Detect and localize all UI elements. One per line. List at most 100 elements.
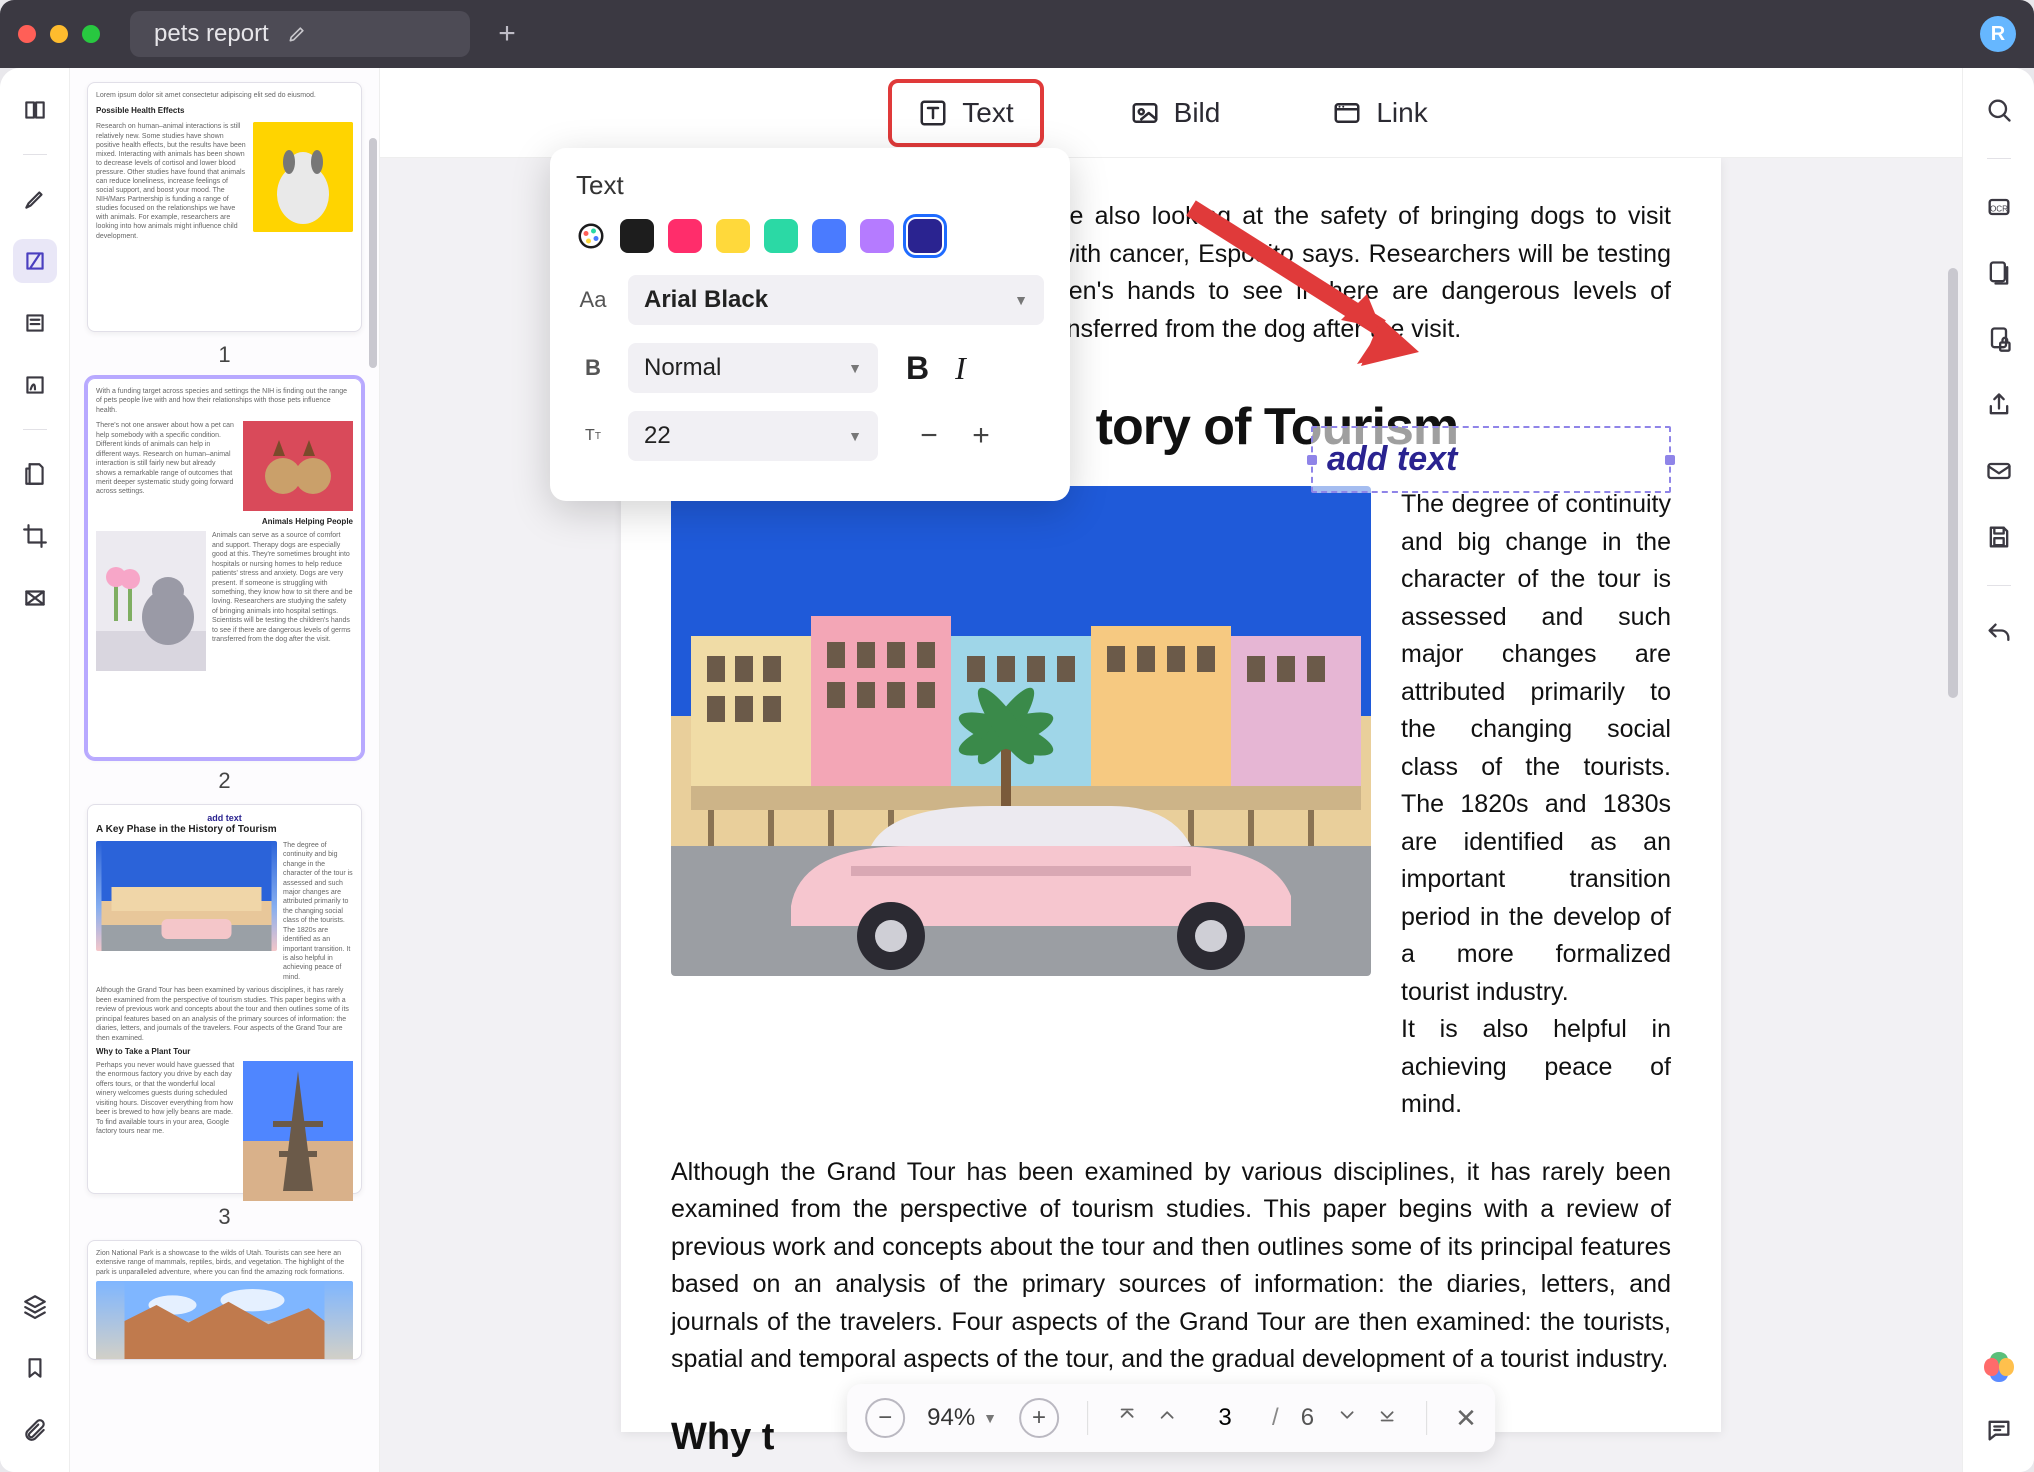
mail-button[interactable] xyxy=(1977,449,2021,493)
search-button[interactable] xyxy=(1977,88,2021,132)
bold-button[interactable]: B xyxy=(906,350,929,387)
titlebar: pets report + R xyxy=(0,0,2034,68)
text-icon xyxy=(918,98,948,128)
article-side-text: The degree of continuity and big change … xyxy=(1401,486,1671,1124)
redact-button[interactable] xyxy=(13,576,57,620)
reader-mode-button[interactable] xyxy=(13,88,57,132)
first-page-button[interactable] xyxy=(1116,1404,1138,1433)
protect-button[interactable] xyxy=(1977,317,2021,361)
ocr-button[interactable]: OCR xyxy=(1977,185,2021,229)
insert-link-button[interactable]: Link xyxy=(1306,83,1453,143)
avatar[interactable]: R xyxy=(1980,16,2016,52)
highlighter-button[interactable] xyxy=(13,177,57,221)
popover-title: Text xyxy=(576,170,1044,201)
zoom-in-button[interactable]: + xyxy=(1019,1398,1059,1438)
decrease-size-button[interactable]: − xyxy=(906,413,952,459)
resize-handle-left[interactable] xyxy=(1307,455,1317,465)
thumbnail-image xyxy=(243,1061,353,1201)
new-tab-button[interactable]: + xyxy=(484,11,530,57)
thumbnail-heading: A Key Phase in the History of Tourism xyxy=(96,824,353,837)
italic-button[interactable]: I xyxy=(955,350,966,387)
minimize-window-button[interactable] xyxy=(50,25,68,43)
rename-tab-icon[interactable] xyxy=(287,24,307,44)
font-weight-icon: B xyxy=(576,355,610,381)
tab-title: pets report xyxy=(154,20,269,48)
color-swatch-blue[interactable] xyxy=(812,219,846,253)
thumbnail-number: 1 xyxy=(218,342,230,368)
maximize-window-button[interactable] xyxy=(82,25,100,43)
zoom-select[interactable]: 94%▼ xyxy=(927,1404,997,1432)
inserted-text-box[interactable]: add text xyxy=(1311,426,1671,493)
insert-image-button[interactable]: Bild xyxy=(1104,83,1247,143)
bookmark-button[interactable] xyxy=(13,1346,57,1390)
layers-button[interactable] xyxy=(13,1284,57,1328)
insert-text-button[interactable]: Text xyxy=(888,79,1043,147)
thumbnail-page-3[interactable]: add text A Key Phase in the History of T… xyxy=(87,804,362,1194)
color-swatch-black[interactable] xyxy=(620,219,654,253)
zoom-out-button[interactable]: − xyxy=(865,1398,905,1438)
resize-handle-right[interactable] xyxy=(1665,455,1675,465)
color-swatch-yellow[interactable] xyxy=(716,219,750,253)
article-hero-image xyxy=(671,486,1371,976)
color-swatch-navy[interactable] xyxy=(908,219,942,253)
thumbnail-image xyxy=(96,531,206,671)
avatar-initial: R xyxy=(1991,23,2005,46)
thumbnail-addtext: add text xyxy=(96,813,353,824)
svg-text:OCR: OCR xyxy=(1989,205,2007,214)
font-size-select[interactable]: 22▼ xyxy=(628,411,878,461)
thumbnail-image xyxy=(253,122,353,232)
increase-size-button[interactable]: + xyxy=(958,413,1004,459)
right-tool-rail: OCR xyxy=(1962,68,2034,1472)
insert-toolbar: Text Bild Link xyxy=(380,68,1962,158)
image-icon xyxy=(1130,98,1160,128)
font-family-select[interactable]: Arial Black▼ xyxy=(628,275,1044,325)
inserted-text-content: add text xyxy=(1327,440,1457,478)
color-swatch-teal[interactable] xyxy=(764,219,798,253)
document-area: Text Bild Link xyxy=(380,68,1962,1472)
thumbnail-scrollbar[interactable] xyxy=(369,138,377,368)
document-scrollbar[interactable] xyxy=(1948,268,1958,698)
color-swatch-row xyxy=(576,219,1044,253)
undo-button[interactable] xyxy=(1977,612,2021,656)
thumbnail-image xyxy=(96,1281,353,1360)
next-page-button[interactable] xyxy=(1336,1404,1358,1433)
thumbnail-panel: Lorem ipsum dolor sit amet consectetur a… xyxy=(70,68,380,1472)
edit-text-button[interactable] xyxy=(13,239,57,283)
thumbnail-heading: Why to Take a Plant Tour xyxy=(96,1047,353,1057)
document-tab[interactable]: pets report xyxy=(130,11,470,57)
last-page-button[interactable] xyxy=(1376,1404,1398,1433)
color-picker-icon[interactable] xyxy=(576,221,606,251)
insert-text-label: Text xyxy=(962,97,1013,129)
crop-button[interactable] xyxy=(13,514,57,558)
insert-image-label: Bild xyxy=(1174,97,1221,129)
thumbnail-page-1[interactable]: Lorem ipsum dolor sit amet consectetur a… xyxy=(87,82,362,332)
comments-button[interactable] xyxy=(1977,1408,2021,1452)
pages-button[interactable] xyxy=(13,452,57,496)
attachment-button[interactable] xyxy=(13,1408,57,1452)
text-format-popover: Text Aa Arial Black▼ B Norm xyxy=(550,148,1070,501)
prev-page-button[interactable] xyxy=(1156,1404,1178,1433)
close-window-button[interactable] xyxy=(18,25,36,43)
link-icon xyxy=(1332,98,1362,128)
color-swatch-pink[interactable] xyxy=(668,219,702,253)
thumbnail-number: 3 xyxy=(218,1204,230,1230)
insert-link-label: Link xyxy=(1376,97,1427,129)
window-controls xyxy=(18,25,100,43)
share-button[interactable] xyxy=(1977,383,2021,427)
font-weight-select[interactable]: Normal▼ xyxy=(628,343,878,393)
thumbnail-page-2[interactable]: With a funding target across species and… xyxy=(87,378,362,758)
thumbnail-number: 2 xyxy=(218,768,230,794)
app-logo-icon[interactable] xyxy=(1980,1348,2018,1386)
page-total: 6 xyxy=(1301,1404,1314,1432)
thumbnail-page-4[interactable]: Zion National Park is a showcase to the … xyxy=(87,1240,362,1360)
form-button[interactable] xyxy=(13,301,57,345)
color-swatch-purple[interactable] xyxy=(860,219,894,253)
left-tool-rail xyxy=(0,68,70,1472)
thumbnail-image xyxy=(96,841,277,951)
save-button[interactable] xyxy=(1977,515,2021,559)
convert-button[interactable] xyxy=(1977,251,2021,295)
sign-button[interactable] xyxy=(13,363,57,407)
close-bar-button[interactable]: ✕ xyxy=(1455,1403,1477,1434)
page-number-input[interactable] xyxy=(1200,1403,1250,1433)
font-size-icon: TT xyxy=(576,427,610,445)
